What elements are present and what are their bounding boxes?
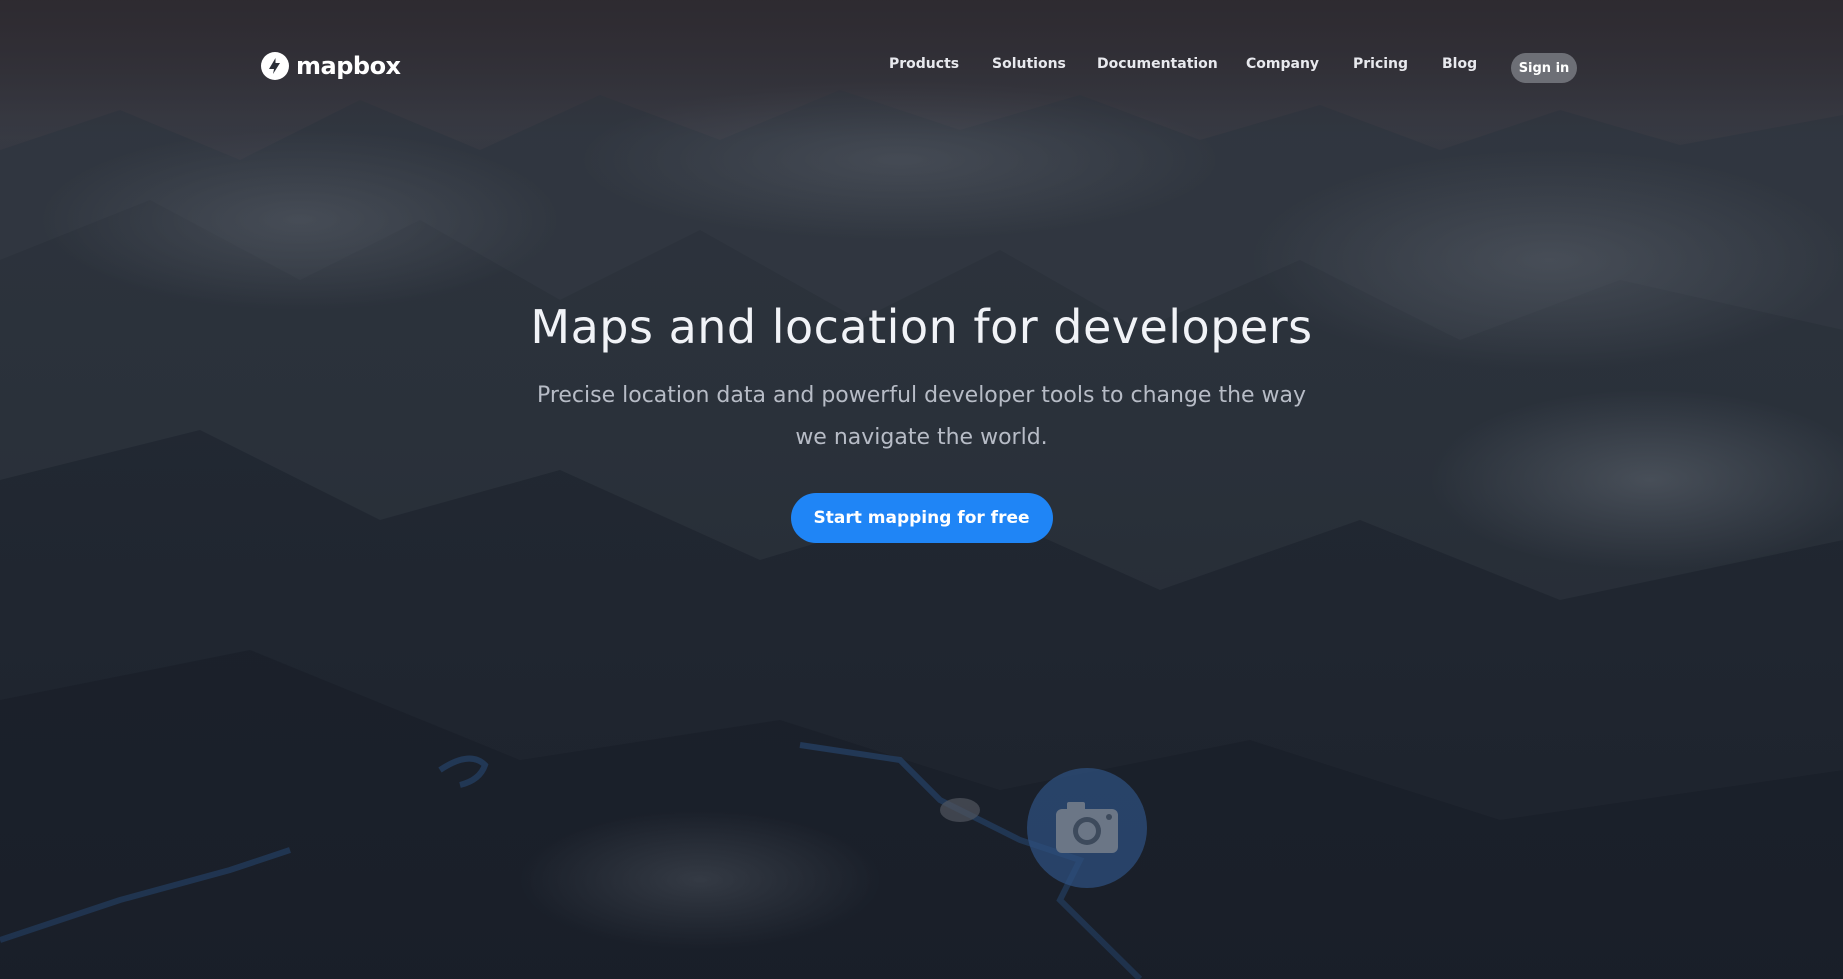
nav-link-solutions[interactable]: Solutions xyxy=(992,56,1066,72)
top-navigation: mapbox Products Solutions Documentation … xyxy=(0,0,1843,136)
sign-in-button[interactable]: Sign in xyxy=(1511,53,1577,83)
nav-link-pricing[interactable]: Pricing xyxy=(1353,56,1408,72)
nav-link-company[interactable]: Company xyxy=(1246,56,1319,72)
nav-link-blog[interactable]: Blog xyxy=(1442,56,1477,72)
start-mapping-button[interactable]: Start mapping for free xyxy=(790,493,1053,544)
hero-subtitle: Precise location data and powerful devel… xyxy=(536,383,1307,451)
nav-link-products[interactable]: Products xyxy=(889,56,959,72)
hero-section: Maps and location for developers Precise… xyxy=(0,300,1843,544)
nav-link-documentation[interactable]: Documentation xyxy=(1097,56,1218,72)
camera-marker-icon xyxy=(1027,768,1147,888)
hero-title: Maps and location for developers xyxy=(530,300,1313,354)
